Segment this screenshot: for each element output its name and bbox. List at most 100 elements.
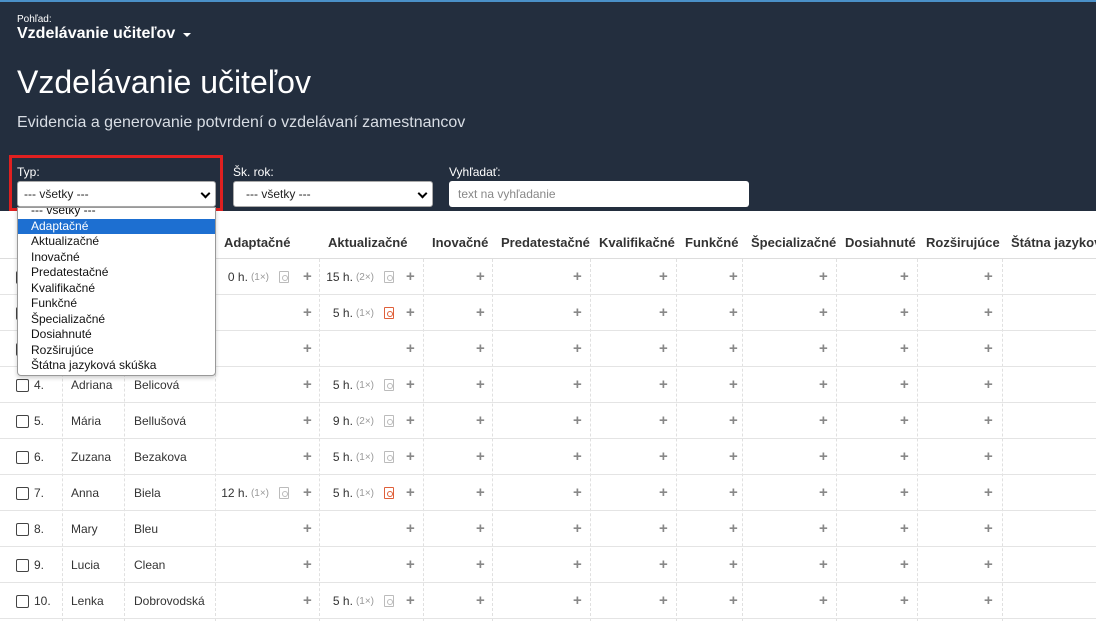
plus-icon[interactable]: + xyxy=(819,449,828,464)
plus-icon[interactable]: + xyxy=(900,377,909,392)
plus-icon[interactable]: + xyxy=(900,557,909,572)
col-statna-jazykova[interactable]: Štátna jazykova xyxy=(1011,235,1096,250)
plus-icon[interactable]: + xyxy=(476,269,485,284)
row-checkbox[interactable] xyxy=(16,415,29,428)
type-dropdown-list[interactable]: --- všetky --- Adaptačné Aktualizačné In… xyxy=(17,207,216,376)
dropdown-option[interactable]: Štátna jazyková skúška xyxy=(18,358,215,374)
plus-icon[interactable]: + xyxy=(303,413,312,428)
plus-icon[interactable]: + xyxy=(984,377,993,392)
plus-icon[interactable]: + xyxy=(573,521,582,536)
dropdown-option[interactable]: Kvalifikačné xyxy=(18,281,215,297)
dropdown-option[interactable]: Aktualizačné xyxy=(18,234,215,250)
plus-icon[interactable]: + xyxy=(900,593,909,608)
plus-icon[interactable]: + xyxy=(819,485,828,500)
plus-icon[interactable]: + xyxy=(406,521,415,536)
plus-icon[interactable]: + xyxy=(900,341,909,356)
plus-icon[interactable]: + xyxy=(819,305,828,320)
plus-icon[interactable]: + xyxy=(406,341,415,356)
plus-icon[interactable]: + xyxy=(819,341,828,356)
plus-icon[interactable]: + xyxy=(659,269,668,284)
col-dosiahnute[interactable]: Dosiahnuté xyxy=(845,235,916,250)
pdf-icon[interactable] xyxy=(384,595,394,607)
dropdown-option[interactable]: Špecializačné xyxy=(18,312,215,328)
dropdown-option[interactable]: Inovačné xyxy=(18,250,215,266)
plus-icon[interactable]: + xyxy=(573,557,582,572)
plus-icon[interactable]: + xyxy=(303,593,312,608)
plus-icon[interactable]: + xyxy=(984,485,993,500)
plus-icon[interactable]: + xyxy=(659,305,668,320)
plus-icon[interactable]: + xyxy=(303,557,312,572)
plus-icon[interactable]: + xyxy=(303,485,312,500)
dropdown-option[interactable]: Funkčné xyxy=(18,296,215,312)
plus-icon[interactable]: + xyxy=(476,557,485,572)
plus-icon[interactable]: + xyxy=(406,593,415,608)
dropdown-option[interactable]: Dosiahnuté xyxy=(18,327,215,343)
col-specializacne[interactable]: Špecializačné xyxy=(751,235,836,250)
plus-icon[interactable]: + xyxy=(819,413,828,428)
plus-icon[interactable]: + xyxy=(984,593,993,608)
plus-icon[interactable]: + xyxy=(900,269,909,284)
dropdown-option[interactable]: Rozširujúce xyxy=(18,343,215,359)
plus-icon[interactable]: + xyxy=(406,377,415,392)
plus-icon[interactable]: + xyxy=(900,413,909,428)
row-checkbox[interactable] xyxy=(16,487,29,500)
col-adaptacne[interactable]: Adaptačné xyxy=(224,235,290,250)
plus-icon[interactable]: + xyxy=(406,269,415,284)
plus-icon[interactable]: + xyxy=(406,485,415,500)
plus-icon[interactable]: + xyxy=(729,269,738,284)
plus-icon[interactable]: + xyxy=(303,449,312,464)
pdf-icon[interactable] xyxy=(279,271,289,283)
row-checkbox[interactable] xyxy=(16,559,29,572)
col-kvalifikacne[interactable]: Kvalifikačné xyxy=(599,235,675,250)
plus-icon[interactable]: + xyxy=(406,305,415,320)
col-funkcne[interactable]: Funkčné xyxy=(685,235,738,250)
row-checkbox[interactable] xyxy=(16,523,29,536)
plus-icon[interactable]: + xyxy=(729,557,738,572)
plus-icon[interactable]: + xyxy=(573,341,582,356)
plus-icon[interactable]: + xyxy=(659,521,668,536)
pdf-icon[interactable] xyxy=(384,415,394,427)
plus-icon[interactable]: + xyxy=(406,449,415,464)
plus-icon[interactable]: + xyxy=(984,521,993,536)
plus-icon[interactable]: + xyxy=(819,593,828,608)
plus-icon[interactable]: + xyxy=(573,485,582,500)
plus-icon[interactable]: + xyxy=(406,413,415,428)
dropdown-option[interactable]: --- všetky --- xyxy=(18,208,215,219)
row-checkbox[interactable] xyxy=(16,379,29,392)
plus-icon[interactable]: + xyxy=(984,413,993,428)
plus-icon[interactable]: + xyxy=(659,557,668,572)
col-aktualizacne[interactable]: Aktualizačné xyxy=(328,235,407,250)
pdf-icon[interactable] xyxy=(384,271,394,283)
plus-icon[interactable]: + xyxy=(819,269,828,284)
plus-icon[interactable]: + xyxy=(476,593,485,608)
plus-icon[interactable]: + xyxy=(476,485,485,500)
plus-icon[interactable]: + xyxy=(573,449,582,464)
pdf-icon[interactable] xyxy=(384,307,394,319)
view-switcher[interactable]: Vzdelávanie učiteľov xyxy=(17,25,192,43)
plus-icon[interactable]: + xyxy=(729,341,738,356)
plus-icon[interactable]: + xyxy=(406,557,415,572)
plus-icon[interactable]: + xyxy=(476,305,485,320)
plus-icon[interactable]: + xyxy=(729,521,738,536)
pdf-icon[interactable] xyxy=(384,451,394,463)
row-checkbox[interactable] xyxy=(16,595,29,608)
plus-icon[interactable]: + xyxy=(729,305,738,320)
plus-icon[interactable]: + xyxy=(573,305,582,320)
plus-icon[interactable]: + xyxy=(659,449,668,464)
col-inovacne[interactable]: Inovačné xyxy=(432,235,488,250)
plus-icon[interactable]: + xyxy=(659,341,668,356)
plus-icon[interactable]: + xyxy=(729,377,738,392)
plus-icon[interactable]: + xyxy=(729,485,738,500)
plus-icon[interactable]: + xyxy=(303,377,312,392)
plus-icon[interactable]: + xyxy=(984,341,993,356)
plus-icon[interactable]: + xyxy=(659,377,668,392)
plus-icon[interactable]: + xyxy=(476,413,485,428)
plus-icon[interactable]: + xyxy=(476,377,485,392)
pdf-icon[interactable] xyxy=(279,487,289,499)
plus-icon[interactable]: + xyxy=(984,305,993,320)
year-select[interactable]: --- všetky --- xyxy=(233,181,433,207)
plus-icon[interactable]: + xyxy=(729,593,738,608)
plus-icon[interactable]: + xyxy=(303,269,312,284)
plus-icon[interactable]: + xyxy=(303,305,312,320)
plus-icon[interactable]: + xyxy=(573,377,582,392)
